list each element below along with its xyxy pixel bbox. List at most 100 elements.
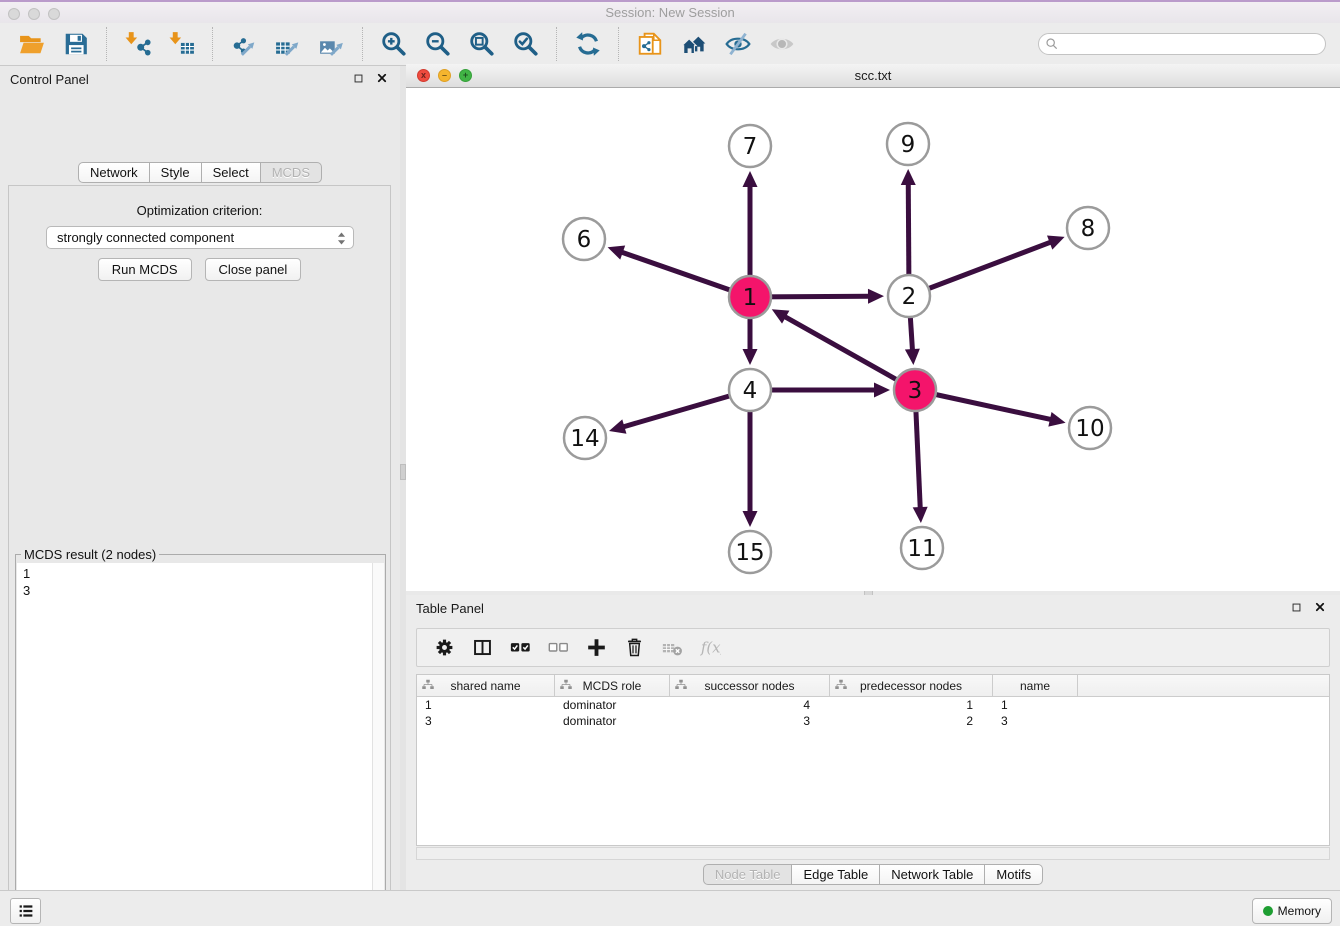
edge-arrowhead	[868, 289, 884, 304]
close-panel-button[interactable]: Close panel	[205, 258, 302, 281]
tab-mcds[interactable]: MCDS	[260, 162, 322, 183]
tab-network[interactable]: Network	[78, 162, 150, 183]
control-panel-title: Control Panel	[10, 72, 89, 87]
tab-select[interactable]: Select	[201, 162, 261, 183]
delete-column-button[interactable]	[619, 635, 649, 661]
export-image-button[interactable]	[317, 29, 347, 59]
column-header-MCDS-role[interactable]: MCDS role	[555, 675, 670, 696]
column-label: shared name	[450, 679, 520, 693]
mcds-result-area[interactable]: 1 3	[17, 563, 384, 926]
memory-button[interactable]: Memory	[1252, 898, 1332, 924]
table-row[interactable]: 3dominator323	[417, 713, 1329, 729]
graph-edge-3-1[interactable]	[784, 316, 915, 390]
zoom-out-button[interactable]	[423, 29, 453, 59]
eye-icon	[769, 31, 795, 57]
table-cell[interactable]: 4	[670, 697, 830, 713]
select-all-button[interactable]	[505, 635, 535, 661]
float-panel-icon[interactable]	[350, 70, 366, 86]
zoom-fit-button[interactable]	[467, 29, 497, 59]
tab-edge-table[interactable]: Edge Table	[791, 864, 880, 885]
run-mcds-button[interactable]: Run MCDS	[98, 258, 192, 281]
table-row[interactable]: 1dominator411	[417, 697, 1329, 713]
table-cell[interactable]: 3	[993, 713, 1078, 729]
application-window: Session: New Session Control Panel Netwo…	[0, 0, 1340, 926]
graph-edge-2-8[interactable]	[909, 242, 1052, 296]
table-panel: Table Panel shared nameMCDS rolesuccesso…	[406, 595, 1340, 886]
search-icon	[1044, 36, 1060, 52]
export-img-icon	[319, 31, 345, 57]
deselect-all-button[interactable]	[543, 635, 573, 661]
save-session-button[interactable]	[61, 29, 91, 59]
edge-arrowhead	[743, 511, 758, 527]
close-panel-icon[interactable]	[374, 70, 390, 86]
welcome-screen-button[interactable]	[679, 29, 709, 59]
table-cell[interactable]: 3	[670, 713, 830, 729]
column-header-successor-nodes[interactable]: successor nodes	[670, 675, 830, 696]
tab-style[interactable]: Style	[149, 162, 202, 183]
node-label-7: 7	[743, 134, 758, 160]
zoom-selected-button[interactable]	[511, 29, 541, 59]
table-cell[interactable]: 1	[993, 697, 1078, 713]
column-label: MCDS role	[583, 679, 642, 693]
search-input[interactable]	[1038, 33, 1326, 55]
network-from-file-button[interactable]	[635, 29, 665, 59]
task-history-button[interactable]	[10, 898, 41, 924]
node-label-4: 4	[743, 378, 758, 404]
table-settings-button[interactable]	[429, 635, 459, 661]
node-label-14: 14	[570, 426, 599, 452]
toggle-panes-button[interactable]	[467, 635, 497, 661]
split-pane-icon	[472, 637, 493, 658]
fx-icon	[700, 637, 721, 658]
hide-details-button[interactable]	[723, 29, 753, 59]
table-cell[interactable]: dominator	[555, 713, 670, 729]
criterion-select[interactable]: strongly connected component	[46, 226, 354, 249]
node-label-9: 9	[901, 132, 916, 158]
edge-arrowhead	[874, 383, 890, 398]
column-header-name[interactable]: name	[993, 675, 1078, 696]
open-session-button[interactable]	[17, 29, 47, 59]
edge-arrowhead	[901, 169, 916, 185]
node-label-1: 1	[743, 285, 758, 311]
show-details-button	[767, 29, 797, 59]
import-net-icon	[125, 31, 151, 57]
toolbar-separator	[618, 27, 620, 61]
import-table-button[interactable]	[167, 29, 197, 59]
edge-arrowhead	[913, 507, 928, 523]
column-header-shared-name[interactable]: shared name	[417, 675, 555, 696]
column-header-predecessor-nodes[interactable]: predecessor nodes	[830, 675, 993, 696]
zoom-check-icon	[513, 31, 539, 57]
table-cell[interactable]: 1	[830, 697, 993, 713]
tab-motifs[interactable]: Motifs	[984, 864, 1043, 885]
table-delete-icon	[662, 637, 683, 658]
tab-network-table[interactable]: Network Table	[879, 864, 985, 885]
export-table-button[interactable]	[273, 29, 303, 59]
delete-table-button	[657, 635, 687, 661]
float-panel-icon[interactable]	[1288, 599, 1304, 615]
add-column-button[interactable]	[581, 635, 611, 661]
table-horizontal-scrollbar[interactable]	[416, 847, 1330, 860]
result-scrollbar[interactable]	[372, 563, 384, 926]
node-label-8: 8	[1081, 216, 1096, 242]
table-cell[interactable]: 2	[830, 713, 993, 729]
table-cell[interactable]: dominator	[555, 697, 670, 713]
column-label: name	[1020, 679, 1050, 693]
refresh-button[interactable]	[573, 29, 603, 59]
table-header-row: shared name MCDS role successor nodesprede…	[417, 675, 1329, 697]
trash-icon	[624, 637, 645, 658]
table-cell[interactable]: 1	[417, 697, 555, 713]
checks-on-icon	[510, 637, 531, 658]
export-net-icon	[231, 31, 257, 57]
window-title: Session: New Session	[0, 5, 1340, 20]
control-panel-header: Control Panel	[0, 66, 400, 92]
node-label-3: 3	[908, 378, 923, 404]
tab-node-table[interactable]: Node Table	[703, 864, 793, 885]
network-canvas[interactable]: 1234678910111415	[406, 88, 1340, 591]
toolbar-separator	[362, 27, 364, 61]
export-network-button[interactable]	[229, 29, 259, 59]
table-cell[interactable]: 3	[417, 713, 555, 729]
close-panel-icon[interactable]	[1312, 599, 1328, 615]
edge-arrowhead	[609, 419, 626, 433]
save-icon	[63, 31, 89, 57]
import-network-button[interactable]	[123, 29, 153, 59]
zoom-in-button[interactable]	[379, 29, 409, 59]
